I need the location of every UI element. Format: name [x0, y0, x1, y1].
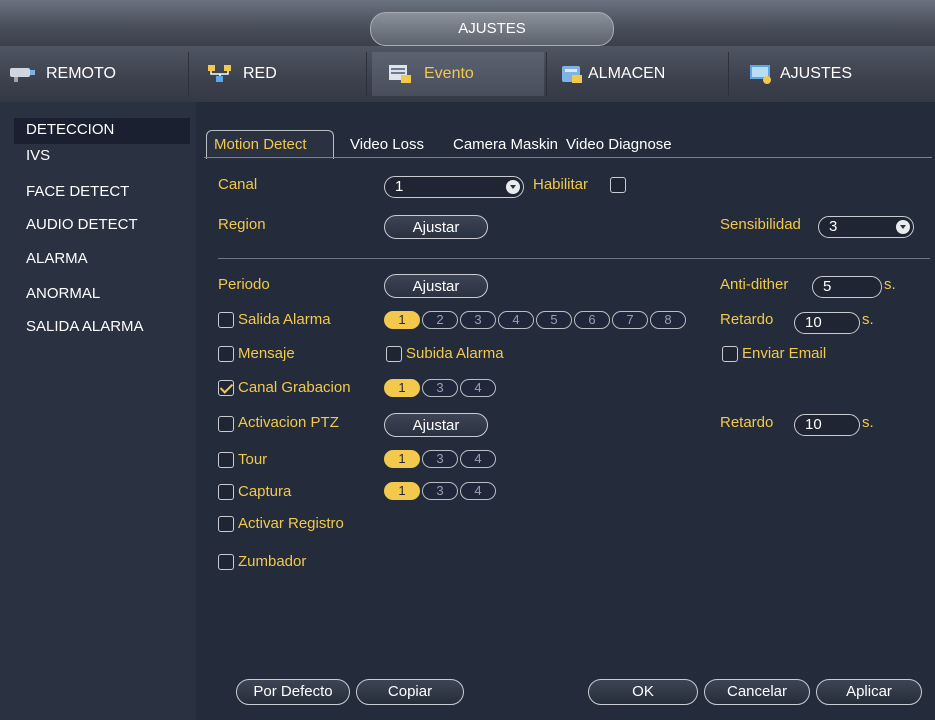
ok-button[interactable]: OK [588, 679, 698, 705]
sensibilidad-value: 3 [829, 218, 838, 235]
zumbador-checkbox[interactable] [218, 554, 234, 570]
periodo-label: Periodo [218, 276, 270, 293]
region-adjust-button[interactable]: Ajustar [384, 215, 488, 239]
main-panel [196, 102, 935, 720]
activacion-ptz-checkbox[interactable] [218, 416, 234, 432]
alarm-output-1[interactable]: 1 [384, 311, 420, 329]
copy-button[interactable]: Copiar [356, 679, 464, 705]
activacion-ptz-label: Activacion PTZ [238, 414, 339, 431]
nav-divider [546, 52, 547, 96]
nav-divider [188, 52, 189, 96]
zumbador-label: Zumbador [238, 553, 307, 570]
retardo-label: Retardo [720, 311, 774, 328]
subtabs-divider [204, 157, 932, 158]
tab-video-diagnose[interactable]: Video Diagnose [566, 133, 672, 157]
sidebar-item-ivs[interactable]: IVS [26, 147, 50, 164]
topnav-almacen[interactable]: ALMACEN [560, 52, 720, 96]
tour-channel-1[interactable]: 1 [384, 450, 420, 468]
sidebar-item-salida-alarma[interactable]: SALIDA ALARMA [26, 318, 144, 335]
network-icon [205, 62, 235, 86]
alarm-output-5[interactable]: 5 [536, 311, 572, 329]
mensaje-label: Mensaje [238, 345, 295, 362]
cancel-button[interactable]: Cancelar [704, 679, 810, 705]
alarm-output-6[interactable]: 6 [574, 311, 610, 329]
canal-label: Canal [218, 176, 258, 193]
alarm-output-2[interactable]: 2 [422, 311, 458, 329]
canal-grabacion-checkbox[interactable] [218, 380, 234, 396]
habilitar-checkbox[interactable] [610, 177, 626, 193]
tour-channel-4[interactable]: 4 [460, 450, 496, 468]
enviar-email-checkbox[interactable] [722, 346, 738, 362]
captura-label: Captura [238, 483, 292, 500]
activar-registro-checkbox[interactable] [218, 516, 234, 532]
antidither-input[interactable]: 5 [812, 276, 882, 298]
sidebar-item-alarma[interactable]: ALARMA [26, 250, 88, 267]
habilitar-label: Habilitar [533, 176, 589, 193]
sidebar-item-deteccion[interactable]: DETECCION [26, 121, 114, 138]
subida-alarma-checkbox[interactable] [386, 346, 402, 362]
alarm-output-8[interactable]: 8 [650, 311, 686, 329]
tab-motion-detect[interactable]: Motion Detect [214, 133, 307, 157]
canal-select[interactable]: 1 [384, 176, 524, 198]
nav-divider [728, 52, 729, 96]
topnav-ajustes[interactable]: AJUSTES [748, 52, 908, 96]
chevron-down-icon [506, 180, 520, 194]
sidebar-item-anormal[interactable]: ANORMAL [26, 285, 100, 302]
sensibilidad-label: Sensibilidad [720, 216, 801, 233]
capture-channel-4[interactable]: 4 [460, 482, 496, 500]
capture-channel-3[interactable]: 3 [422, 482, 458, 500]
window-title: AJUSTES [370, 12, 614, 46]
region-label: Region [218, 216, 266, 233]
alarm-output-7[interactable]: 7 [612, 311, 648, 329]
canal-grabacion-label: Canal Grabacion [238, 379, 351, 396]
tour-label: Tour [238, 451, 268, 468]
sidebar-item-audio-detect[interactable]: AUDIO DETECT [26, 216, 138, 233]
retardo-ptz-label: Retardo [720, 414, 774, 431]
enviar-email-label: Enviar Email [742, 345, 827, 362]
antidither-label: Anti-dither [720, 276, 789, 293]
storage-icon [560, 62, 586, 86]
ptz-adjust-button[interactable]: Ajustar [384, 413, 488, 437]
topnav-red[interactable]: RED [205, 52, 355, 96]
activar-registro-label: Activar Registro [238, 515, 344, 532]
retardo-unit: s. [862, 311, 874, 328]
canal-value: 1 [395, 178, 404, 195]
salida-alarma-label: Salida Alarma [238, 311, 331, 328]
alarm-output-3[interactable]: 3 [460, 311, 496, 329]
mensaje-checkbox[interactable] [218, 346, 234, 362]
topnav-remoto[interactable]: REMOTO [8, 52, 184, 96]
record-channel-4[interactable]: 4 [460, 379, 496, 397]
settings-icon [748, 62, 774, 86]
retardo-input[interactable]: 10 [794, 312, 860, 334]
nav-divider [366, 52, 367, 96]
record-channel-1[interactable]: 1 [384, 379, 420, 397]
default-button[interactable]: Por Defecto [236, 679, 350, 705]
event-icon [386, 62, 416, 86]
retardo-ptz-unit: s. [862, 414, 874, 431]
tour-channel-3[interactable]: 3 [422, 450, 458, 468]
captura-checkbox[interactable] [218, 484, 234, 500]
subida-alarma-label: Subida Alarma [406, 345, 504, 362]
tour-checkbox[interactable] [218, 452, 234, 468]
periodo-adjust-button[interactable]: Ajustar [384, 274, 488, 298]
tab-video-loss[interactable]: Video Loss [350, 133, 424, 157]
record-channel-3[interactable]: 3 [422, 379, 458, 397]
sidebar-item-face-detect[interactable]: FACE DETECT [26, 183, 129, 200]
alarm-output-4[interactable]: 4 [498, 311, 534, 329]
salida-alarma-checkbox[interactable] [218, 312, 234, 328]
topnav-evento[interactable]: Evento [372, 52, 544, 96]
apply-button[interactable]: Aplicar [816, 679, 922, 705]
chevron-down-icon [896, 220, 910, 234]
retardo-ptz-input[interactable]: 10 [794, 414, 860, 436]
antidither-unit: s. [884, 276, 896, 293]
tab-camera-masking[interactable]: Camera Maskin [453, 133, 565, 157]
capture-channel-1[interactable]: 1 [384, 482, 420, 500]
section-divider [218, 258, 930, 259]
sensibilidad-select[interactable]: 3 [818, 216, 914, 238]
camera-icon [8, 62, 38, 86]
